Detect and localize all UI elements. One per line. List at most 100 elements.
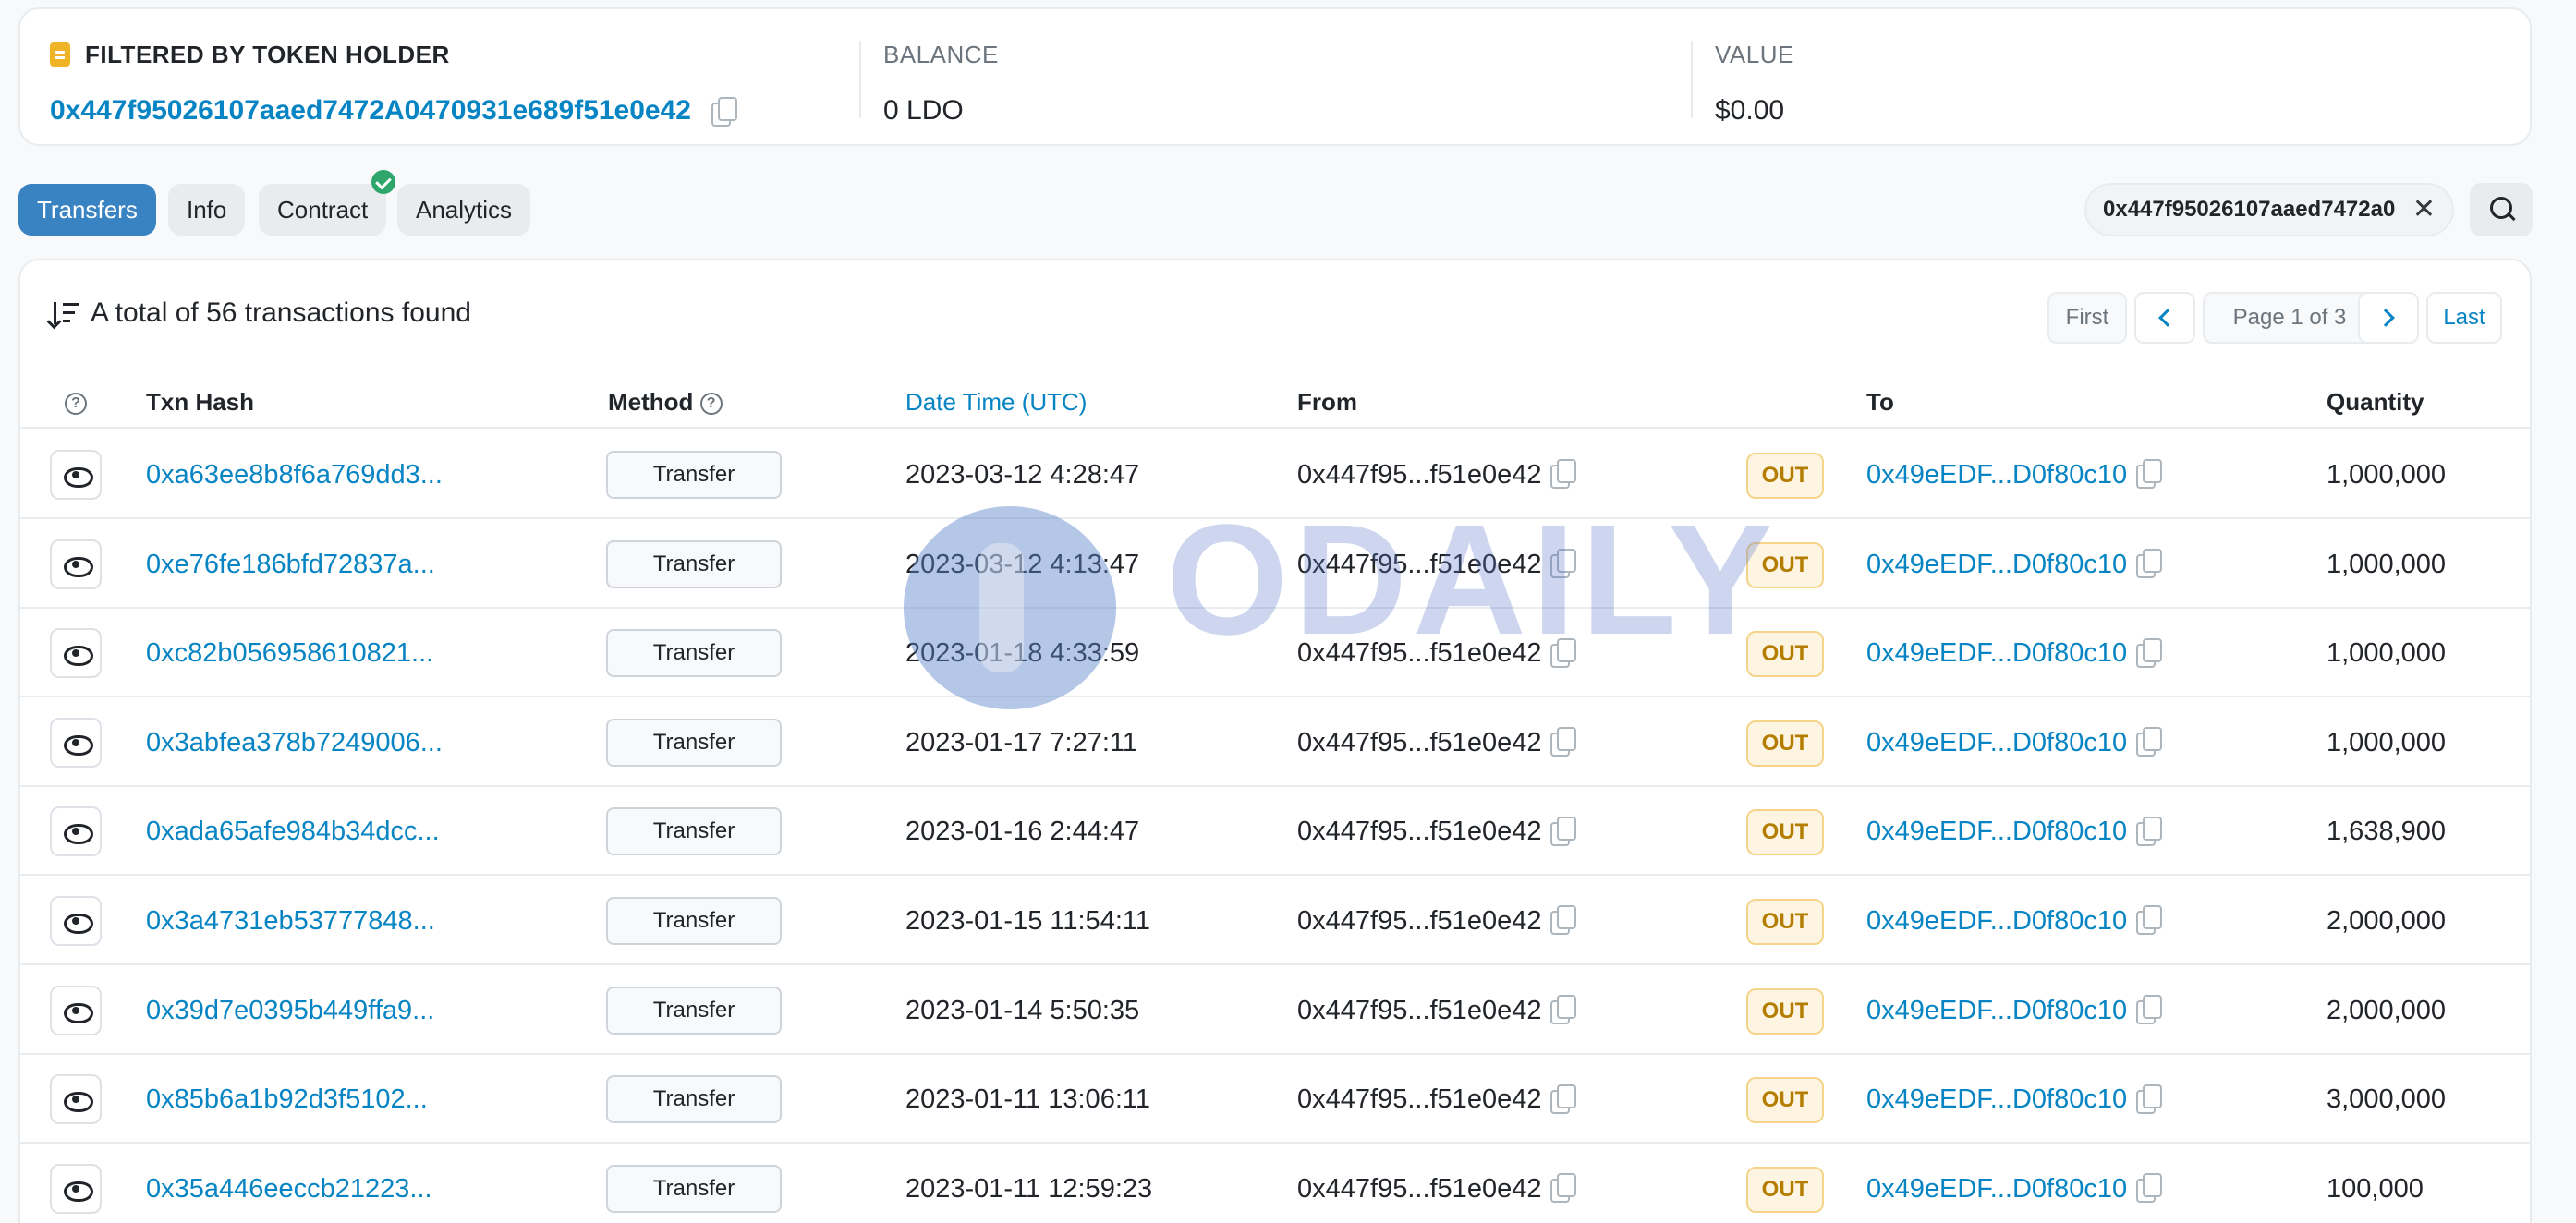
- eye-icon[interactable]: [50, 717, 102, 768]
- transactions-summary: A total of 56 transactions found: [50, 297, 471, 329]
- copy-icon[interactable]: [1550, 459, 1577, 490]
- copy-icon[interactable]: [2136, 1173, 2163, 1204]
- check-icon: [371, 170, 395, 194]
- last-page-button[interactable]: Last: [2426, 292, 2502, 344]
- prev-page-button[interactable]: [2134, 292, 2195, 344]
- eye-icon[interactable]: [50, 1163, 102, 1214]
- tab-analytics[interactable]: Analytics: [397, 184, 531, 236]
- first-page-button[interactable]: First: [2047, 292, 2127, 344]
- address-filter-pill[interactable]: 0x447f95026107aaed7472a0 ✕: [2084, 183, 2454, 236]
- to-address-link[interactable]: 0x49eEDF...D0f80c10: [1866, 728, 2127, 757]
- txn-hash-link[interactable]: 0xada65afe984b34dcc...: [146, 787, 440, 876]
- txn-hash-link[interactable]: 0xc82b056958610821...: [146, 609, 433, 697]
- to-cell: 0x49eEDF...D0f80c10: [1866, 1144, 2163, 1223]
- from-address: 0x447f95...f51e0e42: [1297, 549, 1542, 579]
- token-holder-card: FILTERED BY TOKEN HOLDER 0x447f95026107a…: [18, 7, 2532, 146]
- tab-contract[interactable]: Contract: [259, 184, 387, 236]
- holder-section: FILTERED BY TOKEN HOLDER 0x447f95026107a…: [50, 41, 737, 127]
- method-badge: Transfer: [606, 807, 782, 856]
- holder-icon: [50, 42, 70, 67]
- from-address: 0x447f95...f51e0e42: [1297, 817, 1542, 847]
- to-cell: 0x49eEDF...D0f80c10: [1866, 698, 2163, 787]
- copy-icon[interactable]: [1550, 1084, 1577, 1114]
- col-method: Method ?: [608, 375, 723, 429]
- txn-hash-link[interactable]: 0xa63ee8b8f6a769dd3...: [146, 430, 443, 519]
- col-quantity: Quantity: [2327, 388, 2424, 416]
- next-page-button[interactable]: [2358, 292, 2419, 344]
- direction-badge: OUT: [1746, 720, 1824, 767]
- txn-hash-link[interactable]: 0xe76fe186bfd72837a...: [146, 520, 435, 609]
- copy-icon[interactable]: [1550, 637, 1577, 668]
- copy-icon[interactable]: [2136, 637, 2163, 668]
- txn-hash-link[interactable]: 0x39d7e0395b449ffa9...: [146, 966, 434, 1055]
- from-cell: 0x447f95...f51e0e42: [1297, 1144, 1577, 1223]
- copy-icon[interactable]: [2136, 459, 2163, 490]
- tab-info[interactable]: Info: [168, 184, 246, 236]
- eye-icon[interactable]: [50, 539, 102, 589]
- direction-badge: OUT: [1746, 1077, 1824, 1124]
- to-cell: 0x49eEDF...D0f80c10: [1866, 609, 2163, 697]
- holder-address-row: 0x447f95026107aaed7472A0470931e689f51e0e…: [50, 94, 737, 127]
- datetime-cell: 2023-01-14 5:50:35: [905, 995, 1140, 1025]
- eye-icon[interactable]: [50, 628, 102, 679]
- to-address-link[interactable]: 0x49eEDF...D0f80c10: [1866, 550, 2127, 579]
- eye-icon[interactable]: [50, 450, 102, 500]
- to-address-link[interactable]: 0x49eEDF...D0f80c10: [1866, 1174, 2127, 1204]
- copy-icon[interactable]: [711, 97, 737, 127]
- sort-icon[interactable]: [50, 300, 81, 326]
- copy-icon[interactable]: [2136, 816, 2163, 846]
- to-address-link[interactable]: 0x49eEDF...D0f80c10: [1866, 817, 2127, 846]
- copy-icon[interactable]: [1550, 905, 1577, 936]
- quantity-cell: 2,000,000: [2327, 906, 2447, 936]
- eye-icon[interactable]: [50, 985, 102, 1035]
- direction-badge: OUT: [1746, 541, 1824, 588]
- from-address: 0x447f95...f51e0e42: [1297, 460, 1542, 490]
- copy-icon[interactable]: [2136, 905, 2163, 936]
- to-cell: 0x49eEDF...D0f80c10: [1866, 520, 2163, 609]
- txn-hash-link[interactable]: 0x3a4731eb53777848...: [146, 877, 435, 965]
- balance-label: BALANCE: [883, 41, 999, 68]
- table-row: 0xada65afe984b34dcc... Transfer 2023-01-…: [20, 787, 2530, 877]
- copy-icon[interactable]: [1550, 548, 1577, 578]
- value-label: VALUE: [1715, 41, 1794, 68]
- copy-icon[interactable]: [1550, 727, 1577, 757]
- to-address-link[interactable]: 0x49eEDF...D0f80c10: [1866, 460, 2127, 490]
- col-to: To: [1866, 388, 1894, 416]
- eye-icon[interactable]: [50, 1074, 102, 1125]
- to-address-link[interactable]: 0x49eEDF...D0f80c10: [1866, 638, 2127, 668]
- col-from: From: [1297, 388, 1357, 416]
- copy-icon[interactable]: [1550, 1173, 1577, 1204]
- txn-hash-link[interactable]: 0x35a446eeccb21223...: [146, 1144, 432, 1223]
- copy-icon[interactable]: [1550, 816, 1577, 846]
- method-badge: Transfer: [606, 451, 782, 499]
- from-address: 0x447f95...f51e0e42: [1297, 1084, 1542, 1115]
- question-icon[interactable]: ?: [65, 375, 87, 429]
- quantity-cell: 1,000,000: [2327, 727, 2447, 757]
- question-icon[interactable]: ?: [699, 393, 723, 416]
- copy-icon[interactable]: [2136, 548, 2163, 578]
- direction-badge: OUT: [1746, 453, 1824, 499]
- copy-icon[interactable]: [1550, 994, 1577, 1024]
- col-datetime[interactable]: Date Time (UTC): [905, 375, 1087, 429]
- method-badge: Transfer: [606, 539, 782, 588]
- txn-hash-link[interactable]: 0x3abfea378b7249006...: [146, 698, 443, 787]
- direction-badge: OUT: [1746, 809, 1824, 856]
- eye-icon[interactable]: [50, 896, 102, 946]
- to-address-link[interactable]: 0x49eEDF...D0f80c10: [1866, 1084, 2127, 1114]
- holder-address-link[interactable]: 0x447f95026107aaed7472A0470931e689f51e0e…: [50, 94, 691, 127]
- txn-hash-link[interactable]: 0x85b6a1b92d3f5102...: [146, 1055, 428, 1144]
- copy-icon[interactable]: [2136, 1084, 2163, 1114]
- copy-icon[interactable]: [2136, 994, 2163, 1024]
- search-icon[interactable]: [2470, 183, 2533, 236]
- tab-transfers[interactable]: Transfers: [18, 184, 156, 236]
- eye-icon[interactable]: [50, 806, 102, 857]
- quantity-cell: 2,000,000: [2327, 995, 2447, 1025]
- summary-text: A total of 56 transactions found: [91, 297, 471, 328]
- to-address-link[interactable]: 0x49eEDF...D0f80c10: [1866, 996, 2127, 1025]
- method-badge: Transfer: [606, 897, 782, 945]
- to-address-link[interactable]: 0x49eEDF...D0f80c10: [1866, 906, 2127, 936]
- copy-icon[interactable]: [2136, 727, 2163, 757]
- from-cell: 0x447f95...f51e0e42: [1297, 877, 1577, 965]
- method-badge: Transfer: [606, 986, 782, 1035]
- close-icon[interactable]: ✕: [2412, 185, 2436, 235]
